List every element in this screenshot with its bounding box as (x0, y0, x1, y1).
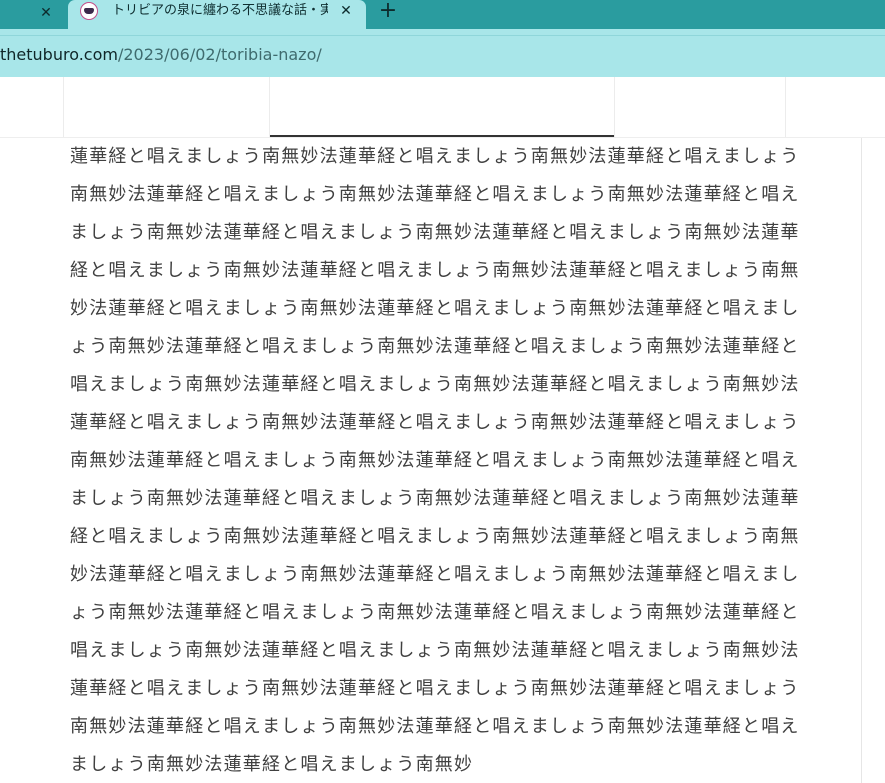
url-path: /2023/06/02/toribia-nazo/ (117, 45, 322, 64)
url-domain: thetuburo.com (0, 45, 118, 64)
nav-active-indicator (270, 135, 614, 137)
url-field[interactable]: thetuburo.com/2023/06/02/toribia-nazo/ (0, 35, 885, 71)
previous-tab-close-glyph: ✕ (40, 4, 52, 21)
article-body-text: 蓮華経と唱えましょう南無妙法蓮華経と唱えましょう南無妙法蓮華経と唱えましょう南無… (70, 146, 800, 775)
plus-icon: + (378, 0, 398, 23)
active-tab[interactable]: トリビアの泉に纏わる不思議な話・実話 ✕ (68, 0, 366, 29)
nav-divider (63, 77, 64, 137)
url-text[interactable]: thetuburo.com/2023/06/02/toribia-nazo/ (0, 45, 322, 65)
address-bar: thetuburo.com/2023/06/02/toribia-nazo/ (0, 29, 885, 77)
article-content: 蓮華経と唱えましょう南無妙法蓮華経と唱えましょう南無妙法蓮華経と唱えましょう南無… (0, 138, 885, 783)
active-tab-close-icon[interactable]: ✕ (334, 0, 358, 22)
site-favicon-icon (80, 2, 98, 20)
nav-divider (614, 77, 615, 137)
site-navigation (0, 77, 885, 138)
nav-divider (785, 77, 786, 137)
active-tab-title: トリビアの泉に纏わる不思議な話・実話 (112, 3, 328, 18)
active-tab-close-glyph: ✕ (340, 3, 352, 19)
browser-tab-bar: ✕ トリビアの泉に纏わる不思議な話・実話 ✕ + (0, 0, 885, 29)
new-tab-button[interactable]: + (374, 0, 402, 22)
content-border (861, 138, 862, 783)
previous-tab-close-icon[interactable]: ✕ (30, 0, 62, 25)
nav-divider (269, 77, 270, 137)
